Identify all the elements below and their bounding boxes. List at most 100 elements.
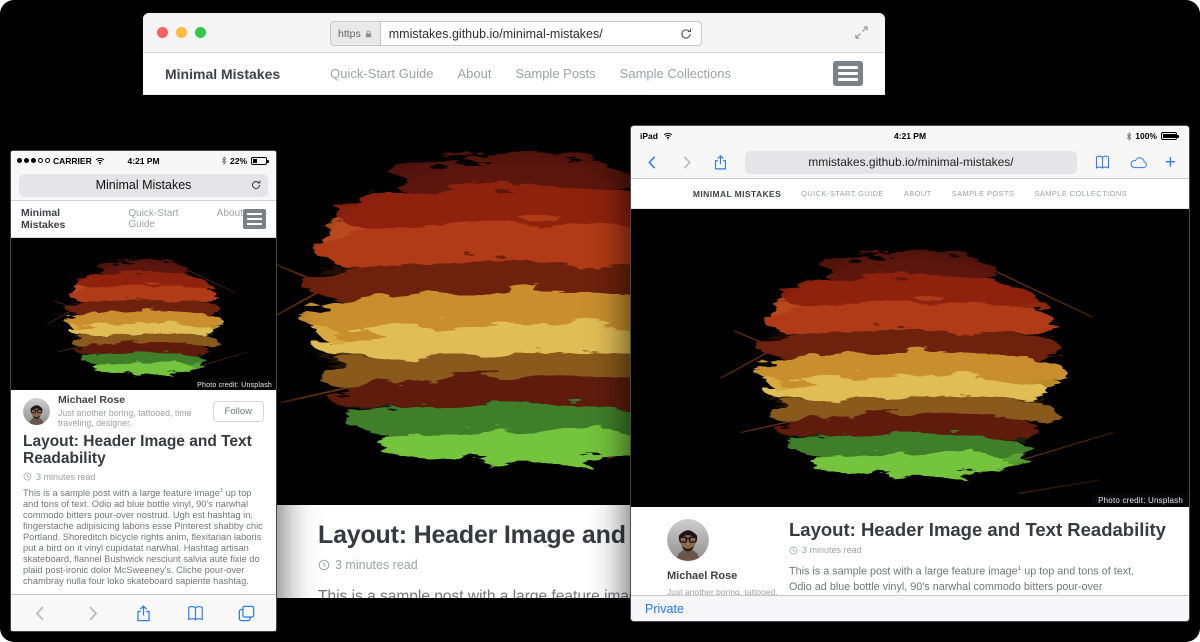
paragraph-text: This is a sample post with a large featu… bbox=[23, 488, 220, 498]
page-title-text[interactable]: Minimal Mistakes bbox=[96, 178, 192, 192]
site-title-link[interactable]: Minimal Mistakes bbox=[21, 207, 102, 231]
battery-percent: 22% bbox=[230, 156, 247, 166]
bluetooth-icon bbox=[1126, 132, 1132, 141]
address-bar[interactable]: mmistakes.github.io/minimal-mistakes/ bbox=[745, 151, 1077, 174]
nav-item-quick-start-guide[interactable]: Quick-Start Guide bbox=[128, 208, 200, 230]
author-bio: Just another boring, tattooed, time trav… bbox=[58, 408, 205, 428]
bookmarks-button[interactable] bbox=[1093, 154, 1112, 171]
read-time: 3 minutes read bbox=[36, 472, 96, 482]
composite-stage: https mmistakes.github.io/minimal-mistak… bbox=[0, 0, 1200, 642]
desktop-browser-chrome: https mmistakes.github.io/minimal-mistak… bbox=[143, 13, 885, 53]
post-title: Layout: Header Image and Text Readabilit… bbox=[789, 519, 1143, 541]
site-masthead: Minimal Mistakes Quick-Start Guide About… bbox=[631, 179, 1189, 209]
nav-item-about[interactable]: About bbox=[217, 208, 243, 230]
share-button[interactable] bbox=[134, 604, 153, 623]
iphone-safari-window: CARRIER 4:21 PM 22% Minimal Mistakes Min… bbox=[10, 150, 277, 632]
photo-credit: Photo credit: Unsplash bbox=[193, 381, 276, 390]
fullscreen-icon[interactable] bbox=[854, 25, 869, 40]
address-bar[interactable]: https mmistakes.github.io/minimal-mistak… bbox=[330, 21, 702, 46]
signal-strength-icon bbox=[17, 158, 50, 163]
author-name: Michael Rose bbox=[667, 570, 759, 582]
paragraph-text: This is a sample post with a large featu… bbox=[789, 566, 1018, 578]
post-title: Layout: Header Image and Text Readabilit… bbox=[23, 433, 264, 468]
leaves-photo bbox=[11, 238, 276, 390]
site-nav: Quick-Start Guide About Sample Posts Sam… bbox=[330, 66, 731, 81]
close-window-button[interactable] bbox=[157, 27, 168, 38]
avatar bbox=[667, 519, 709, 561]
nav-item-quick-start-guide[interactable]: Quick-Start Guide bbox=[801, 189, 884, 198]
refresh-icon[interactable] bbox=[679, 27, 693, 41]
photo-credit: Photo credit: Unsplash bbox=[1092, 494, 1189, 507]
zoom-window-button[interactable] bbox=[195, 27, 206, 38]
nav-item-sample-collections[interactable]: Sample Collections bbox=[1034, 189, 1127, 198]
iphone-bottom-toolbar bbox=[11, 594, 276, 631]
menu-button[interactable] bbox=[833, 61, 863, 86]
status-time: 4:21 PM bbox=[631, 131, 1189, 141]
bookmarks-button[interactable] bbox=[186, 604, 205, 623]
battery-percent: 100% bbox=[1135, 131, 1157, 141]
leaves-photo bbox=[631, 209, 1189, 507]
author-sidebar: Michael Rose Just another boring, tattoo… bbox=[667, 519, 759, 595]
minimize-window-button[interactable] bbox=[176, 27, 187, 38]
new-tab-button[interactable]: + bbox=[1165, 154, 1176, 171]
nav-item-sample-posts[interactable]: Sample Posts bbox=[952, 189, 1015, 198]
site-masthead: Minimal Mistakes Quick-Start Guide About… bbox=[143, 53, 885, 95]
wifi-icon bbox=[95, 157, 105, 165]
iphone-url-row: Minimal Mistakes bbox=[11, 170, 276, 201]
back-button[interactable] bbox=[644, 154, 661, 171]
nav-item-sample-collections[interactable]: Sample Collections bbox=[620, 66, 731, 81]
address-bar[interactable]: Minimal Mistakes bbox=[19, 174, 268, 197]
iphone-status-bar: CARRIER 4:21 PM 22% bbox=[11, 151, 276, 170]
menu-button[interactable] bbox=[243, 209, 266, 229]
post-meta: 3 minutes read bbox=[789, 545, 1143, 555]
private-browsing-bar: Private bbox=[631, 595, 1189, 621]
private-button[interactable]: Private bbox=[645, 602, 684, 616]
https-label: https bbox=[338, 28, 361, 40]
clock-icon bbox=[318, 559, 330, 571]
nav-item-about[interactable]: About bbox=[457, 66, 491, 81]
share-button[interactable] bbox=[712, 154, 729, 171]
ipad-toolbar: mmistakes.github.io/minimal-mistakes/ + bbox=[631, 146, 1189, 179]
site-title-link[interactable]: Minimal Mistakes bbox=[693, 189, 781, 199]
clock-icon bbox=[23, 472, 32, 481]
author-row: Michael Rose Just another boring, tattoo… bbox=[23, 396, 264, 426]
nav-item-about[interactable]: About bbox=[904, 189, 932, 198]
follow-button[interactable]: Follow bbox=[213, 401, 264, 422]
site-masthead: Minimal Mistakes Quick-Start Guide About bbox=[11, 201, 276, 238]
carrier-label: CARRIER bbox=[53, 156, 92, 166]
wifi-icon bbox=[663, 132, 673, 140]
post-paragraph: This is a sample post with a large featu… bbox=[789, 564, 1143, 595]
post-meta: 3 minutes read bbox=[23, 472, 264, 482]
window-controls bbox=[157, 27, 206, 38]
nav-item-quick-start-guide[interactable]: Quick-Start Guide bbox=[330, 66, 433, 81]
read-time: 3 minutes read bbox=[802, 545, 862, 555]
paragraph-text: This is a sample post with a large featu… bbox=[318, 588, 646, 598]
ipad-safari-window: iPad 4:21 PM 100% mmistakes.github.io/mi… bbox=[630, 125, 1190, 622]
post-content: Michael Rose Just another boring, tattoo… bbox=[11, 390, 276, 594]
bluetooth-icon bbox=[221, 156, 227, 165]
feature-image: Photo credit: Unsplash bbox=[11, 238, 276, 390]
paragraph-text: up top and tons of text. Odio ad blue bo… bbox=[23, 488, 263, 586]
site-title-link[interactable]: Minimal Mistakes bbox=[165, 66, 280, 82]
site-nav: Quick-Start Guide About bbox=[128, 208, 243, 230]
forward-button[interactable] bbox=[83, 604, 102, 623]
ipad-status-bar: iPad 4:21 PM 100% bbox=[631, 126, 1189, 146]
lock-icon bbox=[364, 29, 373, 39]
back-button[interactable] bbox=[31, 604, 50, 623]
battery-icon bbox=[251, 157, 267, 165]
refresh-icon[interactable] bbox=[250, 179, 262, 191]
author-bio: Just another boring, tattooed, bbox=[667, 587, 759, 595]
device-label: iPad bbox=[640, 131, 658, 141]
battery-icon bbox=[1161, 132, 1177, 140]
url-text[interactable]: mmistakes.github.io/minimal-mistakes/ bbox=[381, 27, 679, 41]
url-text[interactable]: mmistakes.github.io/minimal-mistakes/ bbox=[808, 155, 1013, 169]
icloud-tabs-button[interactable] bbox=[1129, 154, 1148, 171]
forward-button[interactable] bbox=[678, 154, 695, 171]
author-name: Michael Rose bbox=[58, 394, 205, 406]
tabs-button[interactable] bbox=[237, 604, 256, 623]
nav-item-sample-posts[interactable]: Sample Posts bbox=[515, 66, 595, 81]
feature-image: Photo credit: Unsplash bbox=[631, 209, 1189, 507]
post-paragraph: This is a sample post with a large featu… bbox=[23, 488, 264, 587]
avatar bbox=[23, 398, 50, 425]
clock-icon bbox=[789, 546, 798, 555]
